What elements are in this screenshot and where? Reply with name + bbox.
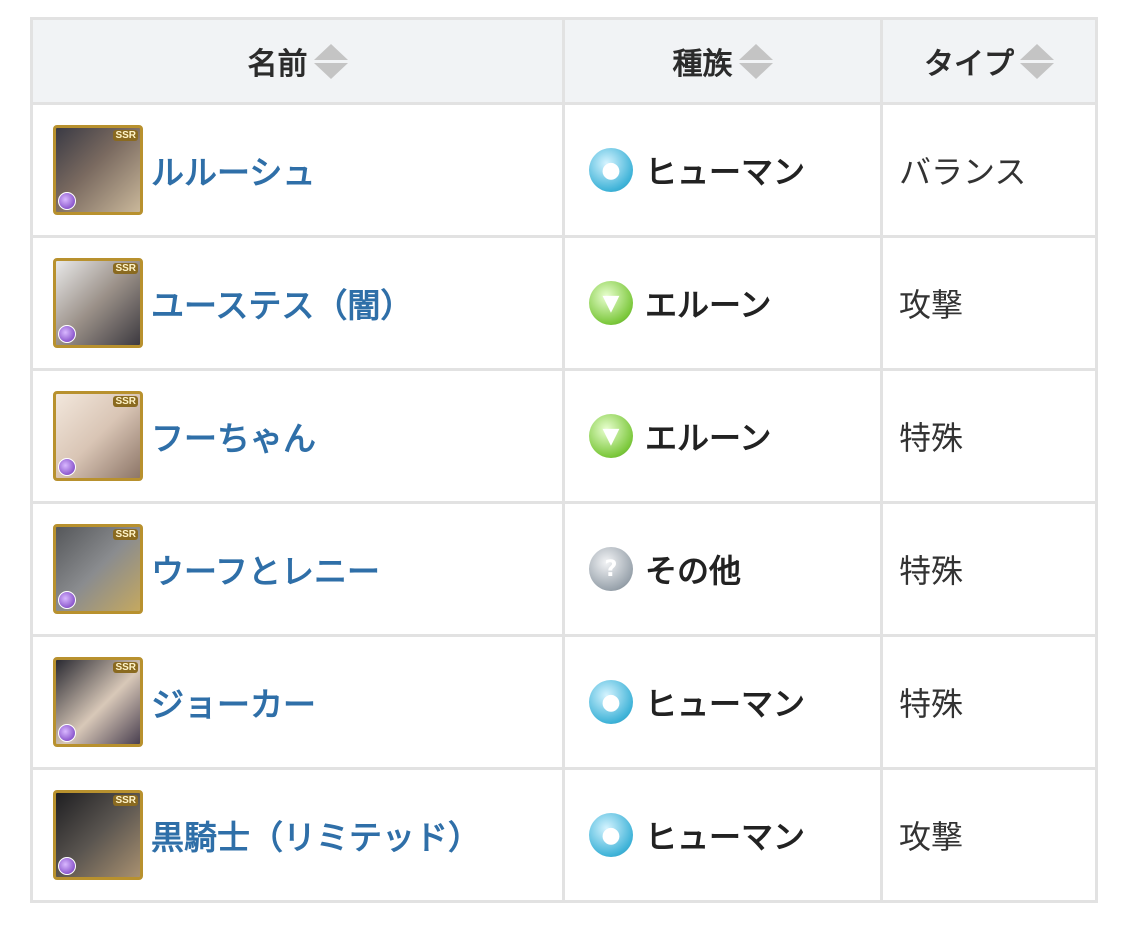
column-header-name[interactable]: 名前: [30, 17, 565, 105]
sort-icon[interactable]: [738, 43, 773, 79]
ssr-badge: SSR: [113, 263, 138, 274]
table-row: SSR 黒騎士（リミテッド） ● ヒューマン 攻撃: [30, 767, 1098, 903]
ssr-badge: SSR: [113, 130, 138, 141]
sort-icon[interactable]: [1020, 43, 1054, 79]
ssr-badge: SSR: [113, 529, 138, 540]
race-label: エルーン: [645, 419, 772, 457]
erune-race-icon: ▼: [589, 281, 633, 325]
name-cell: SSR ウーフとレニー: [30, 501, 565, 637]
column-header-type[interactable]: タイプ: [880, 17, 1098, 105]
name-cell: SSR 黒騎士（リミテッド）: [30, 767, 565, 903]
ssr-badge: SSR: [113, 795, 138, 806]
race-label: ヒューマン: [645, 685, 806, 723]
name-cell: SSR ユーステス（闇）: [30, 235, 565, 371]
dark-element-icon: [58, 857, 76, 875]
character-name-link[interactable]: ウーフとレニー: [151, 545, 380, 593]
character-name-link[interactable]: ユーステス（闇）: [151, 279, 413, 327]
race-label: エルーン: [645, 286, 772, 324]
character-name-link[interactable]: ルルーシュ: [151, 146, 315, 194]
dark-element-icon: [58, 724, 76, 742]
ssr-badge: SSR: [113, 662, 138, 673]
column-header-race[interactable]: 種族: [562, 17, 883, 105]
dark-element-icon: [58, 458, 76, 476]
human-race-icon: ●: [589, 813, 633, 857]
table-row: SSR フーちゃん ▼ エルーン 特殊: [30, 368, 1098, 504]
name-cell: SSR ルルーシュ: [30, 102, 565, 238]
sort-icon[interactable]: [313, 43, 348, 79]
dark-element-icon: [58, 325, 76, 343]
table-row: SSR ジョーカー ● ヒューマン 特殊: [30, 634, 1098, 770]
character-avatar[interactable]: SSR: [53, 125, 143, 215]
race-label: ヒューマン: [645, 153, 806, 191]
race-label: ヒューマン: [645, 818, 806, 856]
race-cell: ▼ エルーン: [562, 368, 883, 504]
race-cell: ? その他: [562, 501, 883, 637]
character-avatar[interactable]: SSR: [53, 524, 143, 614]
type-cell: 特殊: [880, 634, 1098, 770]
type-cell: 特殊: [880, 501, 1098, 637]
race-cell: ● ヒューマン: [562, 634, 883, 770]
header-row: 名前 種族 タイプ: [30, 17, 1098, 105]
table-row: SSR ルルーシュ ● ヒューマン バランス: [30, 102, 1098, 238]
character-table: 名前 種族 タイプ SSR ルルーシュ ● ヒューマン バランス SSR ユース…: [30, 17, 1098, 903]
character-name-link[interactable]: ジョーカー: [151, 678, 316, 726]
name-cell: SSR フーちゃん: [30, 368, 565, 504]
header-label: タイプ: [924, 47, 1014, 82]
name-cell: SSR ジョーカー: [30, 634, 565, 770]
dark-element-icon: [58, 192, 76, 210]
race-label: その他: [645, 552, 742, 590]
header-label: 種族: [672, 47, 733, 82]
race-cell: ● ヒューマン: [562, 767, 883, 903]
human-race-icon: ●: [589, 680, 633, 724]
human-race-icon: ●: [589, 148, 633, 192]
type-cell: 特殊: [880, 368, 1098, 504]
dark-element-icon: [58, 591, 76, 609]
character-name-link[interactable]: フーちゃん: [151, 412, 316, 460]
erune-race-icon: ▼: [589, 414, 633, 458]
character-avatar[interactable]: SSR: [53, 391, 143, 481]
character-avatar[interactable]: SSR: [53, 657, 143, 747]
character-avatar[interactable]: SSR: [53, 258, 143, 348]
other-race-icon: ?: [589, 547, 633, 591]
type-cell: 攻撃: [880, 235, 1098, 371]
ssr-badge: SSR: [113, 396, 138, 407]
type-cell: 攻撃: [880, 767, 1098, 903]
type-cell: バランス: [880, 102, 1098, 238]
table-row: SSR ユーステス（闇） ▼ エルーン 攻撃: [30, 235, 1098, 371]
race-cell: ● ヒューマン: [562, 102, 883, 238]
race-cell: ▼ エルーン: [562, 235, 883, 371]
character-avatar[interactable]: SSR: [53, 790, 143, 880]
header-label: 名前: [247, 47, 308, 82]
table-row: SSR ウーフとレニー ? その他 特殊: [30, 501, 1098, 637]
character-name-link[interactable]: 黒騎士（リミテッド）: [151, 811, 481, 859]
